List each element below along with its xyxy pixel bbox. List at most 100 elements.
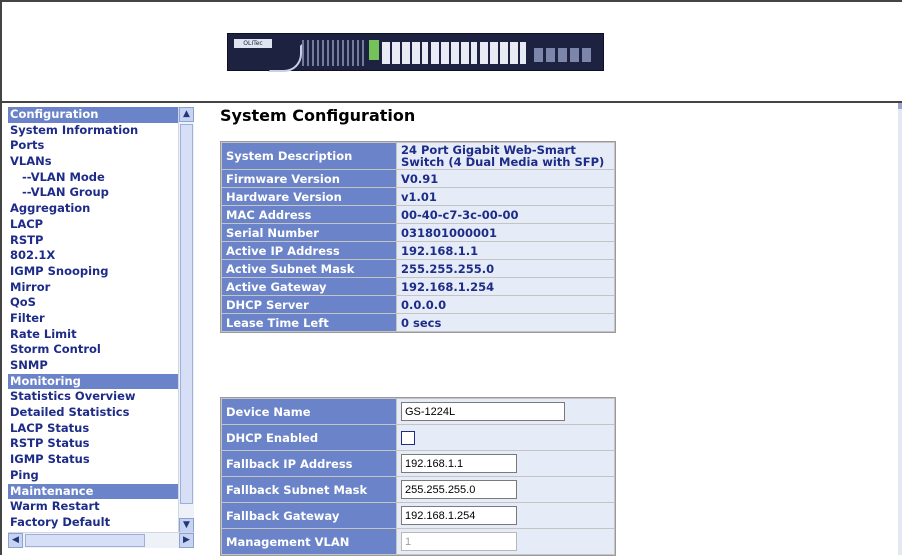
info-label: Hardware Version <box>222 188 396 205</box>
info-value: 031801000001 <box>397 224 614 241</box>
nav-section-configuration: Configuration <box>8 107 178 123</box>
fallback-mask-label: Fallback Subnet Mask <box>222 477 396 502</box>
nav-item-ports[interactable]: Ports <box>8 138 178 154</box>
left-border <box>0 0 2 555</box>
info-label: Lease Time Left <box>222 314 396 331</box>
nav-vertical-scrollbar[interactable]: ▲ ▼ <box>178 107 194 533</box>
scroll-up-arrow-icon[interactable]: ▲ <box>179 107 194 122</box>
scroll-left-arrow-icon[interactable]: ◀ <box>8 533 23 548</box>
info-label: Active Gateway <box>222 278 396 295</box>
table-row: Fallback Gateway <box>222 503 614 528</box>
table-row: Active Subnet Mask 255.255.255.0 <box>222 260 614 277</box>
table-row: Device Name <box>222 399 614 424</box>
management-vlan-input <box>401 532 517 551</box>
nav-item-qos[interactable]: QoS <box>8 295 178 311</box>
status-led <box>369 40 379 60</box>
table-row: DHCP Enabled <box>222 425 614 450</box>
info-label: Active IP Address <box>222 242 396 259</box>
nav-item-vlan-mode[interactable]: --VLAN Mode <box>8 170 178 186</box>
info-label: DHCP Server <box>222 296 396 313</box>
nav-section-maintenance: Maintenance <box>8 483 178 500</box>
led-panel <box>302 40 364 66</box>
info-label: MAC Address <box>222 206 396 223</box>
info-label: Serial Number <box>222 224 396 241</box>
page-scrollbar[interactable] <box>898 103 902 555</box>
table-row: Fallback Subnet Mask <box>222 477 614 502</box>
nav-item-lacp[interactable]: LACP <box>8 217 178 233</box>
scroll-thumb[interactable] <box>180 124 193 504</box>
nav-item-igmp-snooping[interactable]: IGMP Snooping <box>8 264 178 280</box>
scroll-right-arrow-icon[interactable]: ▶ <box>179 533 194 548</box>
table-row: Fallback IP Address <box>222 451 614 476</box>
fallback-ip-input[interactable] <box>401 454 517 473</box>
brand-logo: OLITec <box>234 39 272 48</box>
nav-item-igmp-status[interactable]: IGMP Status <box>8 452 178 468</box>
nav-item-storm-control[interactable]: Storm Control <box>8 342 178 358</box>
nav-item-lacp-status[interactable]: LACP Status <box>8 421 178 437</box>
port-group-3 <box>480 42 526 64</box>
sfp-ports <box>534 48 594 62</box>
info-value: 255.255.255.0 <box>397 260 614 277</box>
nav-item-vlans[interactable]: VLANs <box>8 154 178 170</box>
nav-item-vlan-group[interactable]: --VLAN Group <box>8 185 178 201</box>
nav-item-rstp[interactable]: RSTP <box>8 233 178 249</box>
dhcp-enabled-label: DHCP Enabled <box>222 425 396 450</box>
fallback-ip-label: Fallback IP Address <box>222 451 396 476</box>
info-label: Active Subnet Mask <box>222 260 396 277</box>
fallback-gateway-label: Fallback Gateway <box>222 503 396 528</box>
fallback-mask-input[interactable] <box>401 480 517 499</box>
scroll-down-arrow-icon[interactable]: ▼ <box>179 518 194 533</box>
table-row: Active IP Address 192.168.1.1 <box>222 242 614 259</box>
nav-item-filter[interactable]: Filter <box>8 311 178 327</box>
nav-item-mirror[interactable]: Mirror <box>8 280 178 296</box>
nav-item-warm-restart[interactable]: Warm Restart <box>8 499 178 515</box>
info-value: v1.01 <box>397 188 614 205</box>
info-label: System Description <box>222 143 396 169</box>
info-value: 0 secs <box>397 314 614 331</box>
table-row: Lease Time Left 0 secs <box>222 314 614 331</box>
left-navigation: Configuration System Information Ports VLAN… <box>8 107 194 548</box>
nav-item-statistics-overview[interactable]: Statistics Overview <box>8 389 178 405</box>
port-group-2 <box>431 42 477 64</box>
nav-item-802-1x[interactable]: 802.1X <box>8 248 178 264</box>
info-value: 00-40-c7-3c-00-00 <box>397 206 614 223</box>
nav-item-factory-default[interactable]: Factory Default <box>8 515 178 531</box>
nav-list: Configuration System Information Ports VLAN… <box>8 107 178 531</box>
table-row: System Description 24 Port Gigabit Web-Sm… <box>222 143 614 169</box>
nav-item-snmp[interactable]: SNMP <box>8 358 178 374</box>
info-value: 0.0.0.0 <box>397 296 614 313</box>
fallback-gateway-input[interactable] <box>401 506 517 525</box>
device-name-input[interactable] <box>401 402 565 421</box>
table-row: MAC Address 00-40-c7-3c-00-00 <box>222 206 614 223</box>
info-value: V0.91 <box>397 170 614 187</box>
device-settings-table: Device Name DHCP Enabled Fallback IP Add… <box>220 397 616 556</box>
table-row: Hardware Version v1.01 <box>222 188 614 205</box>
nav-section-monitoring: Monitoring <box>8 373 178 390</box>
table-row: Management VLAN <box>222 529 614 554</box>
port-group-1 <box>382 42 428 64</box>
management-vlan-label: Management VLAN <box>222 529 396 554</box>
info-label: Firmware Version <box>222 170 396 187</box>
nav-item-system-information[interactable]: System Information <box>8 123 178 139</box>
info-value: 192.168.1.1 <box>397 242 614 259</box>
hscroll-thumb[interactable] <box>25 534 145 547</box>
nav-item-detailed-statistics[interactable]: Detailed Statistics <box>8 405 178 421</box>
dhcp-enabled-checkbox[interactable] <box>401 430 415 445</box>
table-row: DHCP Server 0.0.0.0 <box>222 296 614 313</box>
info-value: 192.168.1.254 <box>397 278 614 295</box>
info-value: 24 Port Gigabit Web-Smart Switch (4 Dual… <box>397 143 614 169</box>
table-row: Active Gateway 192.168.1.254 <box>222 278 614 295</box>
table-row: Firmware Version V0.91 <box>222 170 614 187</box>
logo-swoosh <box>268 44 302 72</box>
switch-device-image: OLITec <box>227 33 604 72</box>
page-scroll-up-icon[interactable] <box>898 103 902 109</box>
nav-horizontal-scrollbar[interactable]: ◀ ▶ <box>8 532 194 548</box>
nav-item-aggregation[interactable]: Aggregation <box>8 201 178 217</box>
device-name-label: Device Name <box>222 399 396 424</box>
top-border <box>0 0 902 2</box>
system-info-table: System Description 24 Port Gigabit Web-Sm… <box>220 141 616 333</box>
nav-item-ping[interactable]: Ping <box>8 468 178 484</box>
nav-item-rate-limit[interactable]: Rate Limit <box>8 327 178 343</box>
nav-item-rstp-status[interactable]: RSTP Status <box>8 436 178 452</box>
page-title: System Configuration <box>220 106 416 125</box>
